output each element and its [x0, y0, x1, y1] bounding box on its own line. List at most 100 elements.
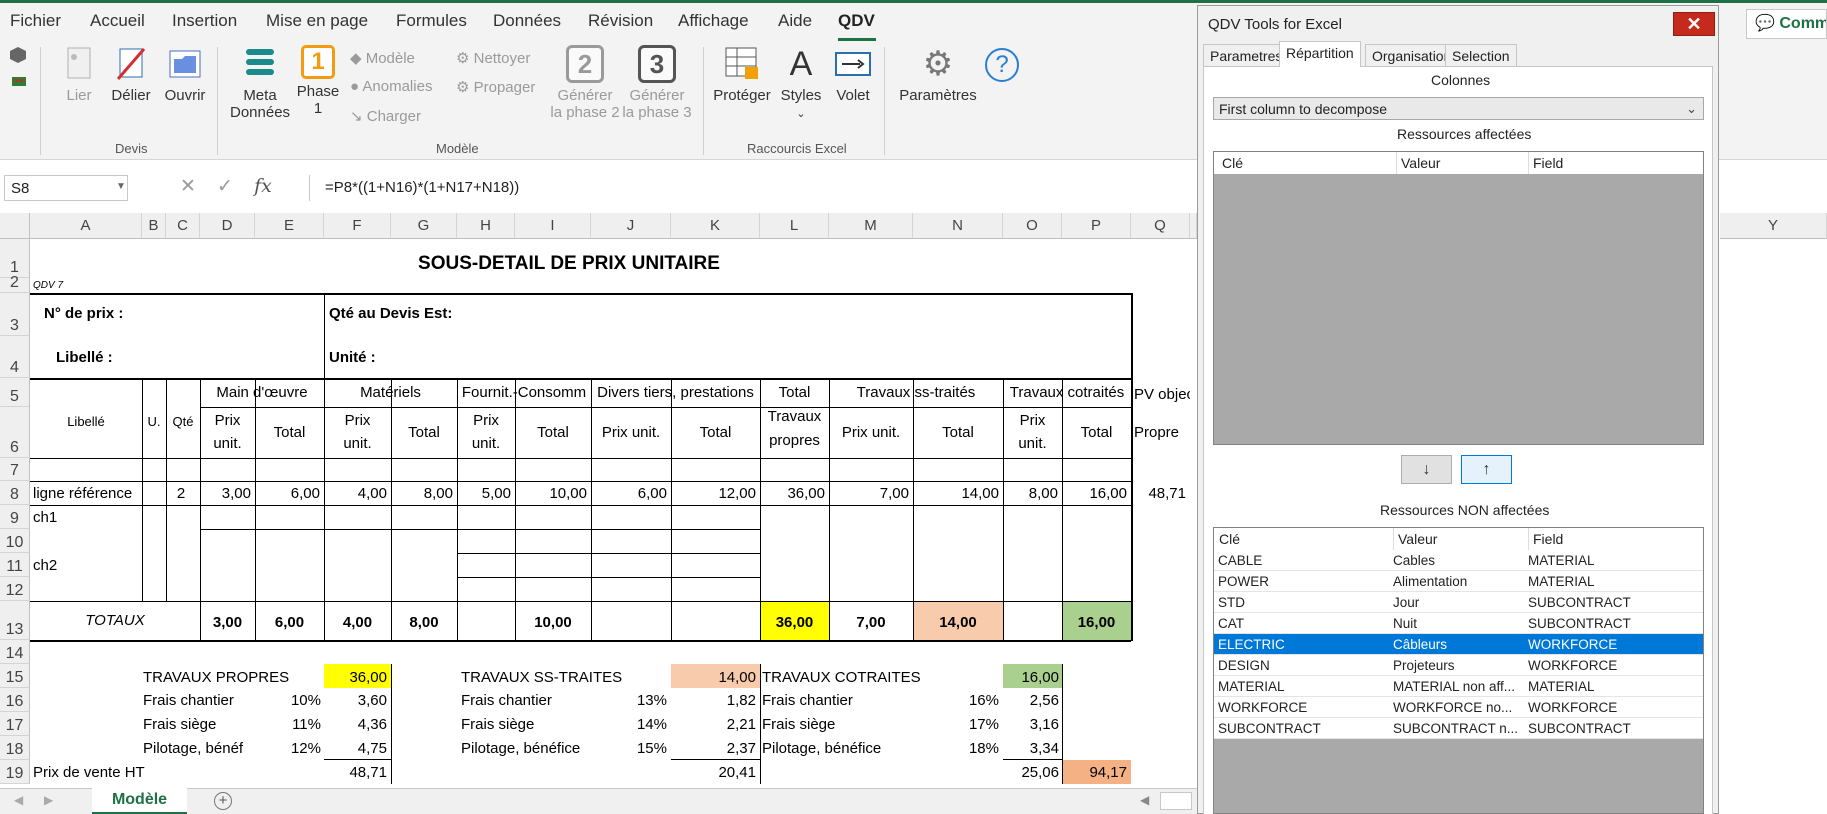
assigned-resources-list[interactable]: Clé Valeur Field [1213, 151, 1704, 445]
generer-phase2-button[interactable]: 2 Générer la phase 2 [550, 45, 620, 121]
row-header[interactable]: 15 [0, 664, 30, 688]
styles-button[interactable]: A Styles ⌄ [776, 45, 826, 121]
cube-icon[interactable] [10, 47, 26, 63]
header-cle[interactable]: Clé [1222, 152, 1243, 174]
row-header[interactable]: 6 [0, 407, 30, 458]
column-header[interactable]: B [142, 213, 166, 239]
column-header[interactable]: A [30, 213, 142, 239]
row-header[interactable]: 1 [0, 239, 30, 278]
menu-aide[interactable]: Aide [778, 11, 812, 31]
column-header[interactable]: E [255, 213, 324, 239]
nettoyer-small-button[interactable]: ⚙ Nettoyer [456, 49, 530, 67]
row-header[interactable]: 7 [0, 458, 30, 481]
list-item[interactable]: DESIGN Projeteurs WORKFORCE [1214, 655, 1703, 676]
column-header[interactable]: M [829, 213, 913, 239]
column-header[interactable]: P [1062, 213, 1131, 239]
menu-qdv[interactable]: QDV [838, 11, 875, 31]
list-item[interactable]: SUBCONTRACT SUBCONTRACT n... SUBCONTRACT [1214, 718, 1703, 739]
column-combobox[interactable]: First column to decompose ⌄ [1213, 97, 1704, 120]
list-item[interactable]: CAT Nuit SUBCONTRACT [1214, 613, 1703, 634]
column-header[interactable]: L [760, 213, 829, 239]
column-header[interactable]: I [515, 213, 591, 239]
menu-affichage[interactable]: Affichage [678, 11, 749, 31]
robot-icon[interactable] [10, 75, 28, 89]
column-header[interactable]: D [200, 213, 255, 239]
column-header[interactable]: Q [1131, 213, 1190, 239]
menu-fichier[interactable]: Fichier [10, 11, 61, 31]
list-item[interactable]: ELECTRIC Câbleurs WORKFORCE [1214, 634, 1703, 655]
header-field[interactable]: Field [1528, 152, 1563, 174]
column-header[interactable]: J [591, 213, 671, 239]
menu-formules[interactable]: Formules [396, 11, 467, 31]
list-item[interactable]: WORKFORCE WORKFORCE no... WORKFORCE [1214, 697, 1703, 718]
fx-icon[interactable]: fx [254, 175, 272, 197]
unassigned-resources-list[interactable]: Clé Valeur Field CABLE Cables MATERIAL POWE… [1213, 527, 1704, 814]
column-header[interactable]: F [324, 213, 391, 239]
row-header[interactable]: 10 [0, 529, 30, 553]
delier-button[interactable]: Délier [109, 45, 153, 104]
column-header[interactable]: G [391, 213, 457, 239]
volet-button[interactable]: Volet [830, 45, 876, 104]
header-valeur[interactable]: Valeur [1393, 528, 1437, 550]
comments-button[interactable]: 💬 Comm [1746, 9, 1827, 39]
header-valeur[interactable]: Valeur [1396, 152, 1440, 174]
header-cle[interactable]: Clé [1219, 528, 1240, 550]
menu-accueil[interactable]: Accueil [90, 11, 145, 31]
column-header[interactable]: O [1003, 213, 1062, 239]
formula-input[interactable]: =P8*((1+N16)*(1+N17+N18)) [309, 175, 1215, 201]
confirm-icon[interactable]: ✓ [217, 176, 233, 197]
menu-mise-en-page[interactable]: Mise en page [266, 11, 368, 31]
list-item[interactable]: MATERIAL MATERIAL non aff... MATERIAL [1214, 676, 1703, 697]
column-header[interactable]: K [671, 213, 760, 239]
row-header[interactable]: 13 [0, 601, 30, 640]
tab-parametres[interactable]: Parametres [1203, 44, 1290, 66]
row-header[interactable]: 4 [0, 336, 30, 378]
menu-insertion[interactable]: Insertion [172, 11, 237, 31]
scroll-left-icon[interactable]: ◀ [1140, 793, 1149, 807]
name-box[interactable]: S8 [4, 175, 128, 201]
modele-small-button[interactable]: ◆ Modèle [350, 49, 415, 67]
add-sheet-icon[interactable]: + [214, 792, 232, 810]
column-header[interactable]: Y [1720, 213, 1827, 239]
menu-revision[interactable]: Révision [588, 11, 653, 31]
help-icon[interactable]: ? [985, 48, 1019, 82]
list-item[interactable]: CABLE Cables MATERIAL [1214, 550, 1703, 571]
anomalies-small-button[interactable]: ● Anomalies [350, 78, 432, 95]
row-header[interactable]: 19 [0, 760, 30, 784]
row-header[interactable]: 14 [0, 640, 30, 664]
column-header[interactable]: H [457, 213, 515, 239]
row-header[interactable]: 3 [0, 293, 30, 336]
tab-repartition[interactable]: Répartition [1279, 41, 1361, 67]
ouvrir-button[interactable]: Ouvrir [162, 45, 208, 104]
lier-button[interactable]: Lier [60, 45, 98, 104]
row-header[interactable]: 17 [0, 712, 30, 736]
cancel-icon[interactable]: ✕ [180, 176, 196, 197]
phase1-button[interactable]: 1 Phase 1 [296, 45, 340, 117]
sheet-tab-modele[interactable]: Modèle [92, 788, 187, 814]
namebox-dropdown-icon[interactable]: ▼ [116, 181, 126, 192]
list-item[interactable]: STD Jour SUBCONTRACT [1214, 592, 1703, 613]
charger-small-button[interactable]: ↘ Charger [350, 107, 421, 125]
propager-small-button[interactable]: ⚙ Propager [456, 78, 535, 96]
parametres-button[interactable]: ⚙ Paramètres [898, 45, 978, 104]
row-header[interactable]: 11 [0, 553, 30, 577]
horizontal-scrollbar[interactable] [1160, 792, 1192, 810]
row-header[interactable]: 18 [0, 736, 30, 760]
column-header[interactable]: C [166, 213, 200, 239]
column-header[interactable]: N [913, 213, 1003, 239]
close-button[interactable]: ✕ [1673, 12, 1715, 36]
meta-donnees-button[interactable]: Meta Données [230, 45, 290, 121]
prev-sheet-icon[interactable]: ◀ [14, 793, 23, 807]
move-down-button[interactable]: ↓ [1401, 455, 1452, 484]
row-header[interactable]: 5 [0, 378, 30, 407]
row-header[interactable]: 16 [0, 688, 30, 712]
list-item[interactable]: POWER Alimentation MATERIAL [1214, 571, 1703, 592]
move-up-button[interactable]: ↑ [1461, 455, 1512, 484]
row-header[interactable]: 9 [0, 505, 30, 529]
next-sheet-icon[interactable]: ▶ [44, 793, 53, 807]
row-header[interactable]: 8 [0, 481, 30, 505]
proteger-button[interactable]: Protéger [712, 45, 772, 104]
header-field[interactable]: Field [1528, 528, 1563, 550]
menu-donnees[interactable]: Données [493, 11, 561, 31]
row-header[interactable]: 2 [0, 275, 30, 293]
